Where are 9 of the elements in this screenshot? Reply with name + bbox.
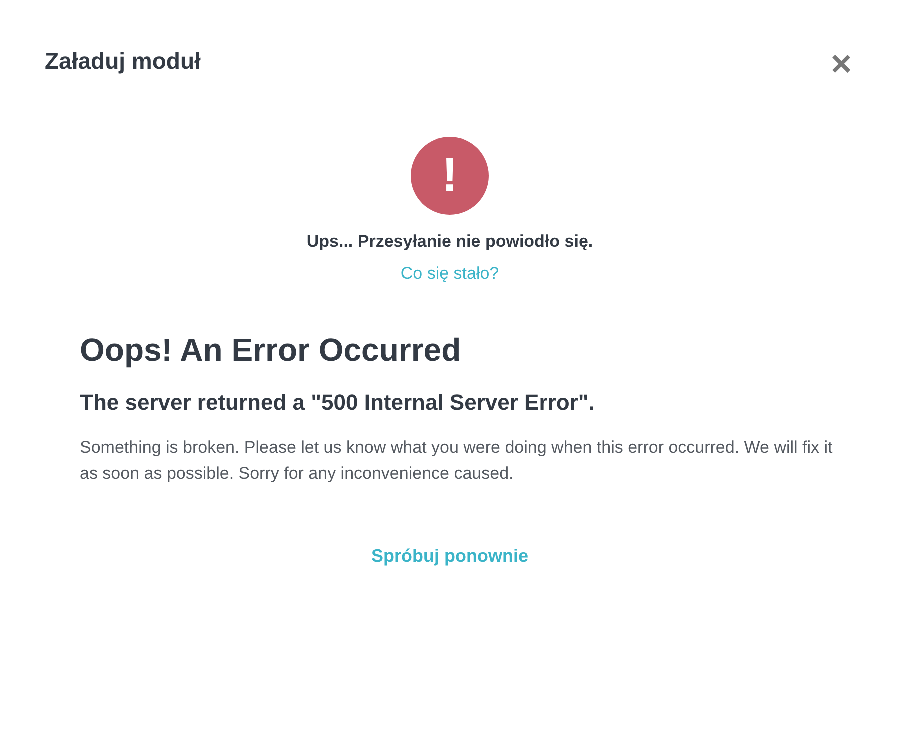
what-happened-link[interactable]: Co się stało? xyxy=(400,260,500,286)
status-message: Ups... Przesyłanie nie powiodło się. xyxy=(306,231,594,253)
dialog-title: Załaduj moduł xyxy=(45,47,201,76)
error-heading: Oops! An Error Occurred xyxy=(80,331,462,370)
close-button[interactable]: × xyxy=(830,46,852,82)
error-description: Something is broken. Please let us know what you were doing when this error occurred. We will fix it as soon as possible. Sorry for any inconvenience caused. xyxy=(80,437,834,485)
error-subheading: The server returned a "500 Internal Server Error". xyxy=(80,389,596,417)
alert-icon: ! xyxy=(411,137,489,215)
retry-button[interactable]: Spróbuj ponownie xyxy=(372,543,528,570)
